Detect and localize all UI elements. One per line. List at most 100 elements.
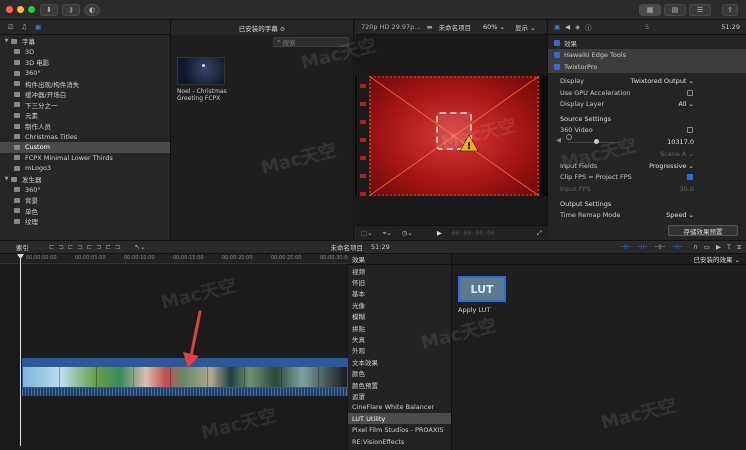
share-button[interactable]: ⇪ bbox=[722, 4, 738, 16]
color-inspector-icon[interactable]: ◈ bbox=[575, 23, 580, 31]
sidebar-item[interactable]: ▼ 字幕 bbox=[0, 36, 170, 47]
parameter-value[interactable]: Twixtored Output ⌄ bbox=[631, 77, 694, 85]
effects-category-item[interactable]: 文本效果 bbox=[348, 356, 451, 367]
sidebar-item[interactable]: 构件出现/构件消失 bbox=[0, 78, 170, 89]
clip-appearance-icon[interactable]: ⊏⊐⊏⊐⊏⊐⊏⊐ bbox=[49, 243, 125, 251]
radio-icon[interactable] bbox=[566, 134, 572, 140]
transform-icon[interactable]: ⬚⌄ bbox=[361, 229, 373, 237]
effects-category-item[interactable]: 颜色 bbox=[348, 368, 451, 379]
effects-category-item[interactable]: Pixel Film Studios - PROAXIS bbox=[348, 424, 451, 435]
background-tasks-button[interactable]: ◐ bbox=[84, 4, 100, 16]
parameter-value[interactable]: Speed ⌄ bbox=[666, 211, 694, 219]
save-effects-preset-button[interactable]: 存储效果预置 bbox=[668, 225, 738, 236]
minimize-window-button[interactable] bbox=[17, 6, 24, 13]
parameter-value[interactable]: All ⌄ bbox=[678, 100, 694, 108]
info-icon[interactable]: ⓘ bbox=[585, 22, 592, 32]
apply-lut-thumbnail[interactable]: LUT bbox=[458, 276, 506, 302]
effects-section-header[interactable]: 效果 bbox=[548, 37, 746, 49]
audio-waveform[interactable] bbox=[22, 388, 348, 396]
sidebar-item[interactable]: 元素 bbox=[0, 110, 170, 121]
titles-icon[interactable]: T bbox=[727, 243, 731, 251]
clip-thumbnail[interactable] bbox=[177, 57, 225, 85]
sidebar-item[interactable]: 单色 bbox=[0, 206, 170, 217]
parameter-checkbox[interactable] bbox=[687, 174, 693, 181]
sidebar-item[interactable]: 3D 电影 bbox=[0, 57, 170, 68]
select-tool-icon[interactable]: ↖⌄ bbox=[135, 243, 146, 251]
sidebar-item[interactable]: 背景 bbox=[0, 195, 170, 206]
effects-category-item[interactable]: 模糊 bbox=[348, 311, 451, 322]
close-window-button[interactable] bbox=[6, 6, 13, 13]
transitions-icon[interactable]: ⧖ bbox=[737, 243, 742, 252]
installed-effects-popup[interactable]: 已安装的效果 ⌄ bbox=[693, 254, 740, 264]
playhead[interactable] bbox=[20, 256, 21, 446]
sidebar-item[interactable]: 360° bbox=[0, 68, 170, 79]
titles-generators-icon[interactable]: ▣ bbox=[35, 23, 41, 31]
workspace-timeline-button[interactable]: ▤ bbox=[664, 4, 686, 16]
effect-enable-checkbox[interactable] bbox=[554, 51, 560, 58]
audio-skimming-icon[interactable]: ⊣⊢ bbox=[637, 243, 648, 251]
fullscreen-icon[interactable]: ⤢ bbox=[537, 229, 542, 238]
effect-enable-checkbox[interactable] bbox=[554, 63, 560, 70]
headphones-icon[interactable]: ∩ bbox=[693, 243, 698, 251]
photo-browser-icon[interactable]: ▭ bbox=[704, 243, 710, 251]
effects-checkbox[interactable] bbox=[554, 39, 560, 46]
sidebar-item[interactable]: ▼ 发生器 bbox=[0, 174, 170, 185]
speed-icon[interactable]: ◷⌄ bbox=[402, 229, 413, 237]
sidebar-item[interactable]: 360° bbox=[0, 184, 170, 195]
effects-category-item[interactable]: 光像 bbox=[348, 299, 451, 310]
effects-category-item[interactable]: 怀旧 bbox=[348, 276, 451, 287]
effects-category-item[interactable]: 基本 bbox=[348, 288, 451, 299]
disclosure-triangle-icon[interactable]: ▼ bbox=[2, 38, 11, 44]
keywords-button[interactable]: ⚷ bbox=[62, 4, 80, 16]
effects-category-item[interactable]: RE:VisionEffects bbox=[348, 436, 451, 447]
video-inspector-icon[interactable]: ▣ bbox=[554, 23, 560, 31]
workspace-library-button[interactable]: ▦ bbox=[639, 4, 661, 16]
parameter-value[interactable]: Scene A ⌄ bbox=[660, 150, 694, 158]
effects-category-item[interactable]: 颜色预置 bbox=[348, 379, 451, 390]
snapping-icon[interactable]: ⊣⊢ bbox=[672, 243, 683, 251]
parameter-row[interactable]: Time Remap Mode Speed ⌄ bbox=[548, 209, 746, 221]
zoom-popup[interactable]: 60% ⌄ bbox=[483, 23, 505, 31]
sidebar-item[interactable]: Christmas Titles bbox=[0, 131, 170, 142]
disclosure-triangle-icon[interactable]: ▼ bbox=[2, 176, 11, 182]
parameter-row[interactable]: Use GPU Acceleration bbox=[548, 87, 746, 99]
sidebar-item[interactable]: mLogo3 bbox=[0, 163, 170, 174]
sidebar-item[interactable]: FCPX Minimal Lower Thirds bbox=[0, 153, 170, 164]
video-icon[interactable]: ▶ bbox=[716, 243, 721, 251]
browser-category-popup[interactable]: 已安装的字幕 ≎ bbox=[239, 23, 286, 33]
parameter-row[interactable]: Display Layer All ⌄ bbox=[548, 99, 746, 111]
audio-inspector-icon[interactable]: ◀ bbox=[565, 23, 570, 31]
effect-row[interactable]: Hawaiki Edge Tools bbox=[548, 49, 746, 61]
effects-category-item[interactable]: CineFlare White Balancer bbox=[348, 402, 451, 413]
import-button[interactable]: ⬇ bbox=[40, 4, 58, 16]
parameter-row[interactable]: Clip FPS = Project FPS bbox=[548, 172, 746, 184]
dial-icon[interactable]: ◀ bbox=[556, 136, 561, 144]
solo-icon[interactable]: ⊣⊢ bbox=[654, 243, 665, 251]
parameter-checkbox[interactable] bbox=[687, 127, 693, 134]
parameter-row[interactable]: Input FPS 30.0 bbox=[548, 183, 746, 195]
photos-icon[interactable]: ⎚ bbox=[8, 23, 13, 32]
parameter-value[interactable]: 10317.0 bbox=[667, 138, 694, 146]
parameter-value[interactable]: 30.0 bbox=[680, 185, 694, 193]
sidebar-item[interactable]: Custom bbox=[0, 141, 170, 153]
parameter-checkbox[interactable] bbox=[687, 89, 693, 96]
play-icon[interactable]: ▶ bbox=[437, 229, 442, 237]
workspace-inspector-button[interactable]: ☰ bbox=[689, 4, 711, 16]
skimming-icon[interactable]: ⊣⊢ bbox=[620, 243, 631, 251]
sidebar-item[interactable]: 下三分之一 bbox=[0, 100, 170, 111]
display-popup[interactable]: 显示 ⌄ bbox=[515, 22, 536, 32]
music-icon[interactable]: ♫ bbox=[21, 23, 27, 31]
sidebar-item[interactable]: 3D bbox=[0, 47, 170, 58]
effects-category-item[interactable]: LUT Utility bbox=[348, 413, 451, 425]
parameter-row[interactable]: Display Twixtored Output ⌄ bbox=[548, 75, 746, 87]
effects-category-item[interactable]: 遮罩 bbox=[348, 390, 451, 401]
parameter-row[interactable]: 360 Video bbox=[548, 124, 746, 136]
effects-tools-icon[interactable]: ⌖⌄ bbox=[383, 229, 392, 238]
sidebar-item[interactable]: 缓冲器/开场白 bbox=[0, 89, 170, 100]
parameter-value[interactable]: Progressive ⌄ bbox=[649, 162, 694, 170]
sidebar-item[interactable]: 纹理 bbox=[0, 216, 170, 227]
zoom-window-button[interactable] bbox=[28, 6, 35, 13]
effect-row[interactable]: TwixtorPro bbox=[548, 61, 746, 73]
index-button[interactable]: 索引 bbox=[16, 242, 29, 252]
sidebar-item[interactable]: 制作人员 bbox=[0, 121, 170, 132]
